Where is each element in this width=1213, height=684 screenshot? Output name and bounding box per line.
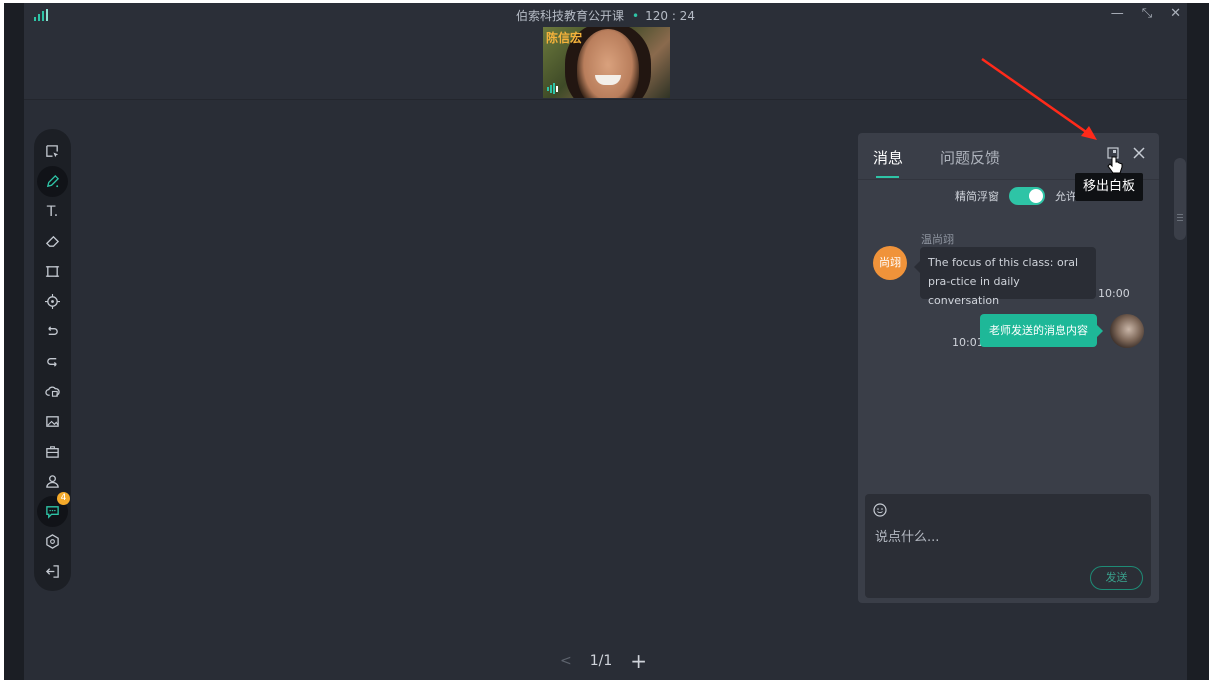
close-window-button[interactable]: ✕ <box>1170 6 1181 21</box>
close-panel-button[interactable] <box>1133 147 1145 163</box>
send-button[interactable]: 发送 <box>1090 566 1143 590</box>
simple-mode-label: 精简浮窗 <box>955 190 999 203</box>
window-controls: — ⤡ ✕ <box>1111 6 1181 21</box>
page-navigator: < 1/1 + <box>560 649 647 673</box>
image-button[interactable] <box>37 406 68 437</box>
unread-badge: 4 <box>57 492 70 505</box>
eraser-icon <box>45 235 60 247</box>
avatar: 尚翊 <box>873 246 907 280</box>
laser-pointer-icon <box>45 294 60 309</box>
hand-cursor-icon <box>1107 156 1123 174</box>
eraser-tool-button[interactable] <box>37 226 68 257</box>
toolbox-icon <box>46 446 59 458</box>
close-icon <box>1133 147 1145 159</box>
text-icon: T. <box>46 203 59 220</box>
laser-pointer-button[interactable] <box>37 286 68 317</box>
cloud-file-button[interactable] <box>37 376 68 407</box>
image-icon <box>46 416 59 427</box>
message-sender: 温尚翊 <box>921 233 954 246</box>
outgoing-message: 老师发送的消息内容 <box>980 314 1103 347</box>
message-input[interactable] <box>873 524 1147 550</box>
text-tool-button[interactable]: T. <box>37 196 68 227</box>
window-title: 伯索科技教育公开课 • 120 : 24 <box>24 7 1187 24</box>
top-bar: 伯索科技教育公开课 • 120 : 24 — ⤡ ✕ 陈信宏 <box>24 3 1187 100</box>
pen-icon <box>46 174 60 188</box>
undo-button[interactable] <box>37 316 68 347</box>
pop-out-tooltip: 移出白板 <box>1075 173 1143 201</box>
restore-button[interactable]: ⤡ <box>1142 6 1152 21</box>
scrollbar-grip[interactable] <box>1177 214 1183 215</box>
live-dot-icon: • <box>632 9 640 23</box>
course-title: 伯索科技教育公开课 <box>516 9 625 23</box>
window-frame: 伯索科技教育公开课 • 120 : 24 — ⤡ ✕ 陈信宏 T. 4 < 1/… <box>4 3 1209 680</box>
message-time: 10:01 <box>952 336 984 349</box>
toolbox-button[interactable] <box>37 436 68 467</box>
select-icon <box>46 145 59 158</box>
user-icon <box>46 475 59 488</box>
simple-mode-row: 精简浮窗 允许 <box>955 187 1077 205</box>
participant-name: 陈信宏 <box>546 31 583 45</box>
message-time: 10:00 <box>1098 287 1130 300</box>
shape-tool-button[interactable] <box>37 256 68 287</box>
audio-level-icon <box>547 83 558 94</box>
emoji-icon[interactable] <box>873 503 887 517</box>
chat-button[interactable]: 4 <box>37 492 70 527</box>
whiteboard-toolbar: T. 4 <box>34 129 71 591</box>
message-composer: 发送 <box>865 494 1151 598</box>
active-tab-indicator <box>876 176 899 178</box>
exit-icon <box>45 565 59 578</box>
tab-messages[interactable]: 消息 <box>873 147 903 168</box>
minimize-button[interactable]: — <box>1111 6 1124 21</box>
redo-button[interactable] <box>37 346 68 377</box>
chat-icon <box>46 506 59 519</box>
prev-page-button[interactable]: < <box>560 653 572 669</box>
exit-button[interactable] <box>37 556 68 587</box>
allow-label: 允许 <box>1055 190 1077 203</box>
teacher-avatar <box>1110 314 1144 348</box>
settings-button[interactable] <box>37 526 68 557</box>
classroom-app: 伯索科技教育公开课 • 120 : 24 — ⤡ ✕ 陈信宏 T. 4 < 1/… <box>24 3 1187 680</box>
class-timer: 120 : 24 <box>645 9 695 23</box>
redo-icon <box>47 358 57 367</box>
incoming-message: The focus of this class: oral pra-ctice … <box>914 247 1096 307</box>
participant-video[interactable]: 陈信宏 <box>543 27 670 98</box>
tab-feedback[interactable]: 问题反馈 <box>940 147 1000 168</box>
chat-panel: 消息 问题反馈 精简浮窗 允许 温尚翊 尚翊 The focus of this… <box>858 133 1159 603</box>
select-tool-button[interactable] <box>37 136 68 167</box>
scrollbar[interactable] <box>1174 158 1186 240</box>
simple-mode-toggle[interactable] <box>1009 187 1045 205</box>
settings-icon <box>46 534 59 549</box>
add-page-button[interactable]: + <box>630 649 647 673</box>
undo-icon <box>48 326 58 335</box>
cloud-upload-icon <box>45 386 60 397</box>
shape-icon <box>45 266 60 277</box>
pen-tool-button[interactable] <box>37 166 68 197</box>
page-indicator: 1/1 <box>589 653 613 669</box>
